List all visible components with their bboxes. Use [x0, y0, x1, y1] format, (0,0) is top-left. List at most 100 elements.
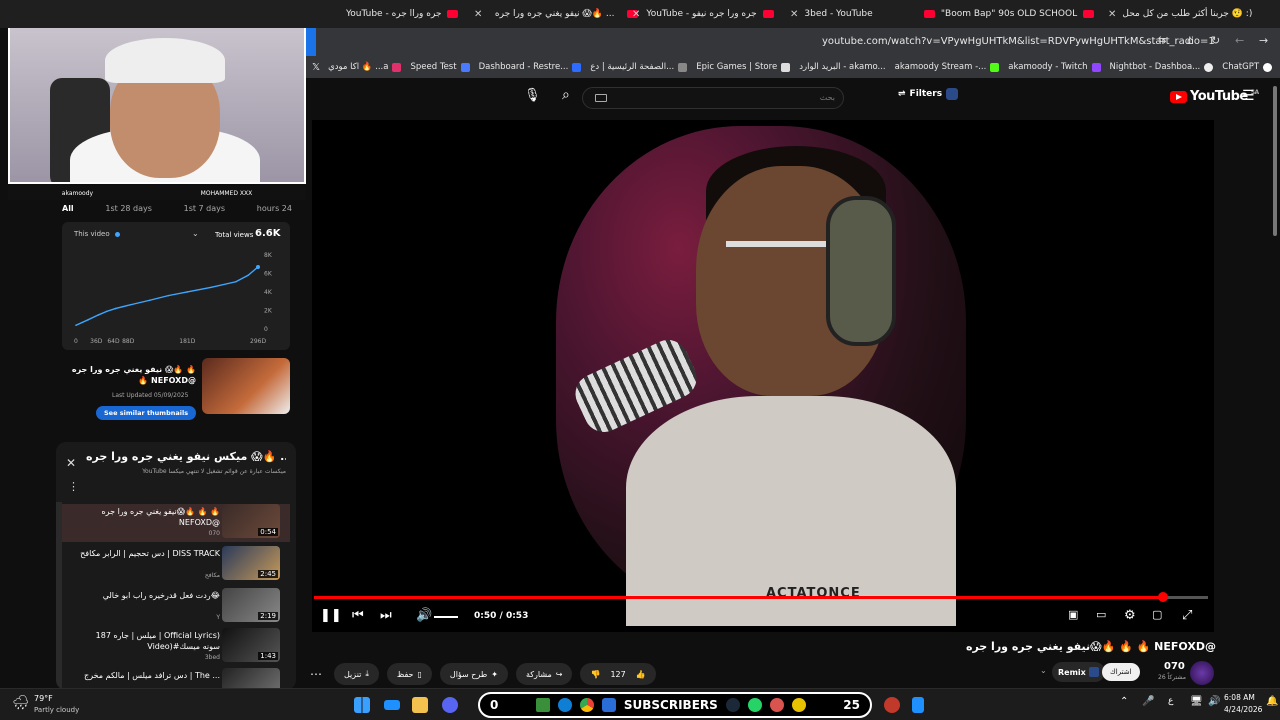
url-text[interactable]: youtube.com/watch?v=VPywHgUHTkM&list=RDV…	[822, 36, 1215, 47]
webcam-overlay	[8, 16, 306, 184]
close-tab-icon[interactable]: ✕	[790, 9, 798, 20]
scrollbar-thumb[interactable]	[1273, 86, 1277, 236]
chrome-icon[interactable]	[579, 698, 594, 712]
close-tab-icon[interactable]: ✕	[632, 9, 640, 20]
speaker-icon[interactable]: 🔊	[1208, 696, 1220, 707]
file-explorer-icon[interactable]	[412, 697, 428, 713]
app-yellow-icon[interactable]	[791, 698, 806, 712]
video-player[interactable]: ACTATONCE ❚❚ ⏮ ⏭ 🔊 0:50 / 0:53 ▣ ▭ ⚙ ▢ ⤢	[312, 120, 1214, 632]
chevron-down-icon[interactable]: ⌄	[192, 229, 199, 238]
x-icon[interactable]: 𝕏	[312, 62, 320, 73]
notepad-icon[interactable]	[912, 697, 924, 713]
dislike-icon[interactable]: 👎	[590, 670, 600, 679]
obs-icon[interactable]	[884, 697, 900, 713]
bookmark[interactable]: Speed Test	[410, 62, 470, 72]
windows-start-icon[interactable]	[354, 697, 370, 713]
subscribe-button[interactable]: اشتراك	[1102, 663, 1140, 681]
see-similar-button[interactable]: See similar thumbnails	[96, 406, 197, 420]
browser-tab[interactable]: YouTube - جره وراا جره	[340, 3, 465, 25]
search-icon[interactable]: ⌕	[562, 87, 570, 103]
weather-temp[interactable]: 79°F	[34, 694, 53, 703]
close-icon[interactable]: ✕	[66, 456, 76, 470]
like-icon[interactable]: 👍	[636, 670, 646, 679]
widgets-icon[interactable]	[384, 700, 400, 710]
hamburger-menu-icon[interactable]: ☰	[1242, 88, 1255, 104]
volume-slider[interactable]	[434, 616, 458, 618]
range-tab-all[interactable]: All	[62, 204, 74, 213]
bookmark-label: akamoody Stream -...	[894, 62, 987, 72]
subtitles-icon[interactable]: ▭	[1096, 608, 1106, 621]
mic-tray-icon[interactable]: 🎤	[1142, 696, 1154, 707]
progress-bar[interactable]	[314, 592, 1208, 602]
ask-button[interactable]: طرح سؤال ✦	[439, 663, 508, 685]
next-icon[interactable]: ⏭	[380, 608, 392, 623]
more-vert-icon[interactable]: ⋮	[68, 480, 79, 493]
bookmark[interactable]: الصفحة الرئيسية | دع...	[590, 62, 688, 72]
microphone-icon[interactable]: 🎙	[524, 88, 541, 103]
bookmark[interactable]: البريد الوارد - akamo...	[799, 62, 885, 72]
range-tab-28d[interactable]: 1st 28 days	[105, 204, 152, 213]
playlist-item[interactable]: ردت فعل قدرخيره راب ابو خالي😂 Y 2:19	[62, 588, 290, 626]
chevron-down-icon[interactable]: ⌄	[1040, 666, 1047, 675]
whatsapp-icon[interactable]	[747, 698, 762, 712]
bookmark[interactable]: Dashboard - Restre...	[479, 62, 582, 72]
channel-name[interactable]: 070	[1164, 661, 1185, 672]
playlist-item[interactable]: ميلس | جاره 187 | Official Lyrics) Video…	[62, 628, 290, 666]
search-input[interactable]: بحث	[582, 87, 844, 109]
playlist-item[interactable]: دس تحجيم | الرابر مكافح | DISS TRACK مكا…	[62, 546, 290, 584]
remix-button[interactable]: Remix	[1052, 662, 1105, 682]
previous-icon[interactable]: ⏮	[352, 608, 364, 623]
steam-icon[interactable]	[725, 698, 740, 712]
browser-tab[interactable]: "Boom Bap" 90s OLD SCHOOL	[918, 3, 1100, 25]
share-button[interactable]: مشاركة ↪	[515, 663, 573, 685]
channel-avatar[interactable]	[1190, 661, 1214, 685]
forward-icon[interactable]: ←	[1235, 34, 1244, 47]
more-horiz-icon[interactable]: ⋯	[306, 667, 326, 681]
download-button[interactable]: تنزيل ⤓	[334, 663, 379, 685]
app-red-icon[interactable]	[769, 698, 784, 712]
keyboard-icon[interactable]	[595, 94, 607, 102]
browser-tab[interactable]: ✕ 3bed - YouTube	[784, 3, 914, 25]
thumb-card-image[interactable]	[202, 358, 290, 414]
discord-icon[interactable]	[442, 697, 458, 713]
tune-icon[interactable]: ⇆	[1158, 35, 1166, 46]
clock-time[interactable]: 6:08 AM	[1224, 693, 1255, 702]
edge-icon[interactable]	[557, 698, 572, 712]
language-icon[interactable]: ع	[1168, 696, 1173, 706]
range-tab-24h[interactable]: hours 24	[257, 204, 292, 213]
fullscreen-icon[interactable]: ⤢	[1182, 608, 1192, 623]
vidiq-player-icon[interactable]: ▣	[1068, 608, 1078, 621]
range-tab-7d[interactable]: 1st 7 days	[184, 204, 225, 213]
browser-tab[interactable]: ✕ جربنا أكثر طلب من كل محل 🤨 :)	[1102, 3, 1258, 25]
back-icon[interactable]: →	[1259, 34, 1268, 47]
browser-tab[interactable]: ✕ YouTube - جره ورا جره نيفو	[626, 3, 786, 25]
browser-tab-active[interactable]: ✕ نيفو يغني جره ورا جره 😱🔥 ...	[468, 3, 644, 25]
playlist-item[interactable]: دس ترافد ميلس | مالكم مخرج | The ...	[62, 668, 290, 690]
video-selector[interactable]: This video	[74, 230, 110, 238]
bookmark[interactable]: akamoody - Twitch	[1008, 62, 1101, 72]
playlist-item[interactable]: نيفو يغني جره ورا جره😱🔥 🔥 🔥 NEFOXD@ 070 …	[62, 504, 290, 542]
close-tab-icon[interactable]: ✕	[1108, 9, 1116, 20]
notifications-icon[interactable]: 🔔	[1266, 696, 1278, 707]
tray-chevron-icon[interactable]: ⌃	[1120, 696, 1128, 707]
app-icon[interactable]	[601, 698, 616, 712]
volume-icon[interactable]: 🔊	[416, 608, 432, 623]
reload-icon[interactable]: ↻	[1211, 34, 1220, 47]
home-icon[interactable]: ⌂	[1187, 34, 1194, 47]
close-tab-icon[interactable]: ✕	[474, 9, 482, 20]
pause-icon[interactable]: ❚❚	[320, 608, 342, 623]
clock-date[interactable]: 4/24/2026	[1224, 705, 1262, 714]
bookmark[interactable]: Nightbot - Dashboa...	[1110, 62, 1214, 72]
page-scrollbar[interactable]	[1270, 80, 1280, 688]
save-button[interactable]: حفظ ▯	[386, 663, 432, 685]
theater-mode-icon[interactable]: ▢	[1152, 608, 1162, 621]
minecraft-icon[interactable]	[535, 698, 550, 712]
bookmark[interactable]: Epic Games | Store	[696, 62, 791, 72]
bookmark[interactable]: ChatGPT	[1222, 62, 1273, 72]
filters-button[interactable]: ⇌ Filters	[898, 88, 959, 100]
bookmark[interactable]: akamoody Stream -...	[895, 62, 1000, 72]
settings-gear-icon[interactable]: ⚙	[1124, 608, 1136, 623]
scrubber-handle[interactable]	[1158, 592, 1169, 602]
network-icon[interactable]: 🖥	[1190, 696, 1203, 707]
bookmark[interactable]: اكا مودي 🔥 ...a	[328, 62, 402, 72]
